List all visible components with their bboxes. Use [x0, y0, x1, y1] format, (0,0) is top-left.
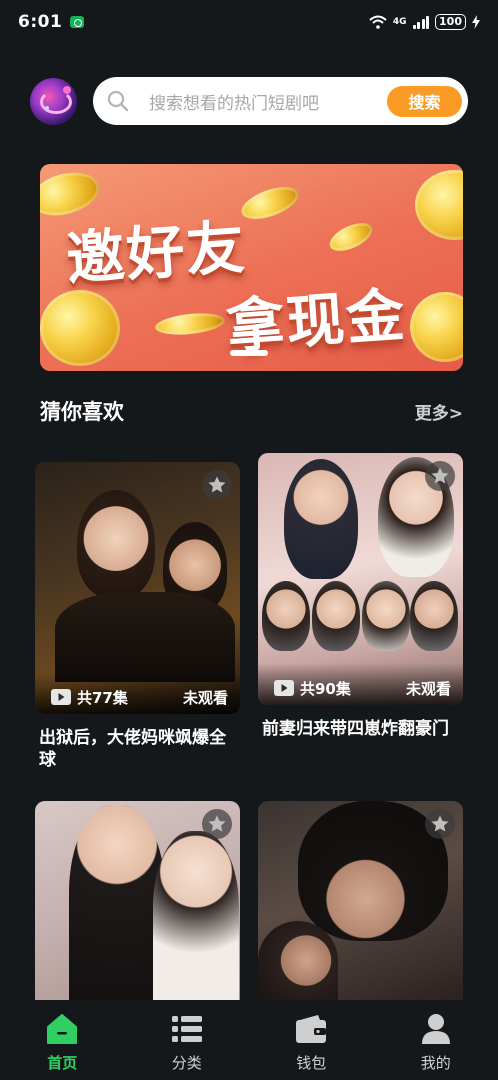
tab-home[interactable]: 首页	[0, 1000, 125, 1080]
home-icon	[47, 1014, 78, 1044]
tab-label: 钱包	[296, 1054, 327, 1072]
favorite-star-icon[interactable]	[425, 809, 455, 839]
header: 搜索想看的热门短剧吧 搜索	[30, 77, 468, 125]
coin-decoration	[237, 180, 303, 226]
drama-card[interactable]	[258, 801, 463, 1000]
poster-figure	[153, 831, 239, 1000]
watch-status: 未观看	[405, 679, 451, 698]
charging-icon	[472, 15, 480, 29]
poster-figure	[77, 490, 155, 598]
category-list-icon	[171, 1016, 202, 1042]
wifi-icon	[369, 15, 387, 29]
tab-label: 分类	[171, 1054, 202, 1072]
episode-count: 共90集	[300, 679, 351, 698]
search-icon	[107, 90, 129, 112]
drama-poster[interactable]: 共77集 未观看	[35, 462, 240, 714]
poster-figure	[258, 921, 338, 1000]
bottom-tab-bar: 首页 分类 钱包 我的	[0, 1000, 498, 1080]
favorite-star-icon[interactable]	[425, 461, 455, 491]
favorite-star-icon[interactable]	[202, 809, 232, 839]
status-bar: 6:01 4G 100	[0, 0, 498, 44]
network-type: 4G	[392, 16, 407, 27]
search-button[interactable]: 搜索	[387, 85, 462, 117]
more-link[interactable]: 更多>	[415, 399, 463, 424]
status-indicators: 4G 100	[369, 14, 480, 30]
poster-figure	[312, 581, 360, 651]
coin-decoration	[415, 170, 463, 240]
favorite-star-icon[interactable]	[202, 470, 232, 500]
tab-wallet[interactable]: 钱包	[249, 1000, 374, 1080]
profile-icon	[421, 1014, 450, 1044]
drama-card[interactable]: 共90集 未观看 前妻归来带四崽炸翻豪门	[258, 453, 463, 740]
avatar[interactable]	[30, 77, 77, 125]
recommend-section-header: 猜你喜欢 更多>	[40, 394, 463, 428]
poster-info-bar: 共77集 未观看	[35, 672, 240, 714]
poster-figure	[410, 581, 458, 651]
search-input[interactable]: 搜索想看的热门短剧吧 搜索	[93, 77, 468, 125]
carousel-indicator	[230, 350, 268, 356]
promo-banner[interactable]: 邀好友 拿现金	[40, 164, 463, 371]
drama-title[interactable]: 前妻归来带四崽炸翻豪门	[258, 718, 463, 740]
poster-figure	[284, 459, 358, 579]
coin-decoration	[154, 310, 226, 338]
banner-headline: 邀好友	[64, 212, 249, 294]
poster-figure	[55, 592, 235, 682]
drama-poster[interactable]	[35, 801, 240, 1000]
drama-poster[interactable]: 共90集 未观看	[258, 453, 463, 705]
coin-decoration	[40, 290, 120, 366]
signal-icon	[412, 15, 430, 29]
tab-label: 首页	[47, 1054, 78, 1072]
drama-title[interactable]: 出狱后，大佬妈咪飒爆全球	[35, 727, 240, 771]
drama-poster[interactable]	[258, 801, 463, 1000]
wallet-icon	[296, 1015, 327, 1043]
drama-card[interactable]	[35, 801, 240, 1000]
poster-figure	[69, 805, 165, 1000]
status-time: 6:01	[18, 12, 63, 32]
poster-info-bar: 共90集 未观看	[258, 663, 463, 705]
search-placeholder: 搜索想看的热门短剧吧	[149, 93, 319, 114]
battery-indicator: 100	[435, 14, 466, 30]
section-title: 猜你喜欢	[40, 400, 124, 424]
poster-figure	[362, 581, 410, 651]
coin-decoration	[410, 292, 463, 362]
tab-profile[interactable]: 我的	[374, 1000, 498, 1080]
play-icon	[274, 680, 294, 696]
tab-category[interactable]: 分类	[125, 1000, 250, 1080]
app-notification-icon	[70, 16, 85, 28]
play-icon	[51, 689, 71, 705]
drama-card[interactable]: 共77集 未观看 出狱后，大佬妈咪飒爆全球	[35, 462, 240, 771]
watch-status: 未观看	[182, 688, 228, 707]
episode-count: 共77集	[77, 688, 128, 707]
coin-decoration	[325, 217, 377, 257]
tab-label: 我的	[420, 1054, 451, 1072]
poster-figure	[262, 581, 310, 651]
